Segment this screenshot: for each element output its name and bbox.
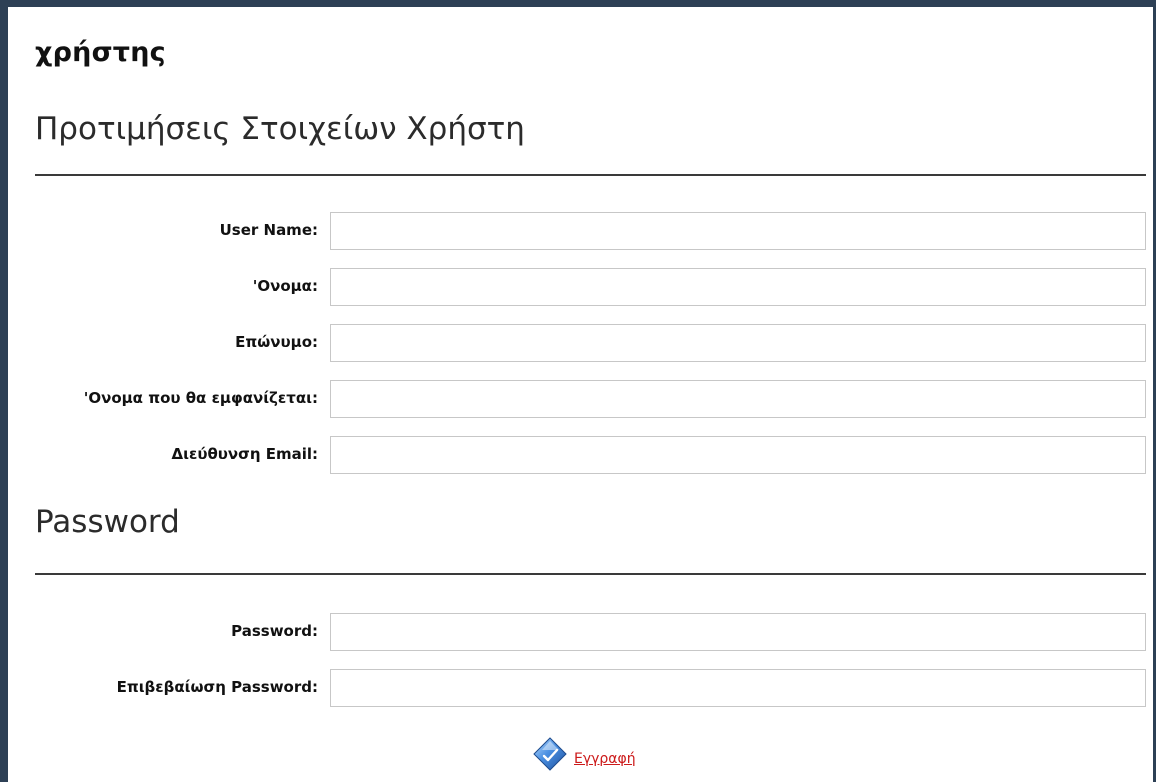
email-input[interactable] (330, 436, 1146, 474)
confirm-password-row: Επιβεβαίωση Password: (28, 669, 1148, 709)
window-frame: χρήστης Προτιμήσεις Στοιχείων Χρήστη Use… (0, 0, 1156, 782)
password-label: Password: (231, 622, 318, 640)
register-label: Εγγραφή (574, 751, 636, 767)
confirm-password-input[interactable] (330, 669, 1146, 707)
preferences-section-title: Προτιμήσεις Στοιχείων Χρήστη (35, 111, 525, 147)
email-label: Διεύθυνση Email: (171, 445, 318, 463)
last-name-input[interactable] (330, 324, 1146, 362)
first-name-label: 'Ονομα: (252, 277, 318, 295)
section-divider (35, 573, 1146, 575)
confirm-password-label: Επιβεβαίωση Password: (116, 678, 318, 696)
first-name-row: 'Ονομα: (28, 268, 1148, 308)
email-row: Διεύθυνση Email: (28, 436, 1148, 476)
register-button[interactable]: Εγγραφή (533, 736, 636, 772)
username-input[interactable] (330, 212, 1146, 250)
display-name-input[interactable] (330, 380, 1146, 418)
password-row: Password: (28, 613, 1148, 653)
section-divider (35, 174, 1146, 176)
module-title: χρήστης (35, 37, 166, 68)
last-name-row: Επώνυμο: (28, 324, 1148, 364)
display-name-row: 'Ονομα που θα εμφανίζεται: (28, 380, 1148, 420)
username-row: User Name: (28, 212, 1148, 252)
display-name-label: 'Ονομα που θα εμφανίζεται: (83, 389, 318, 407)
last-name-label: Επώνυμο: (235, 333, 318, 351)
register-diamond-icon (533, 737, 567, 771)
password-input[interactable] (330, 613, 1146, 651)
username-label: User Name: (219, 221, 318, 239)
first-name-input[interactable] (330, 268, 1146, 306)
password-section-title: Password (35, 504, 180, 540)
